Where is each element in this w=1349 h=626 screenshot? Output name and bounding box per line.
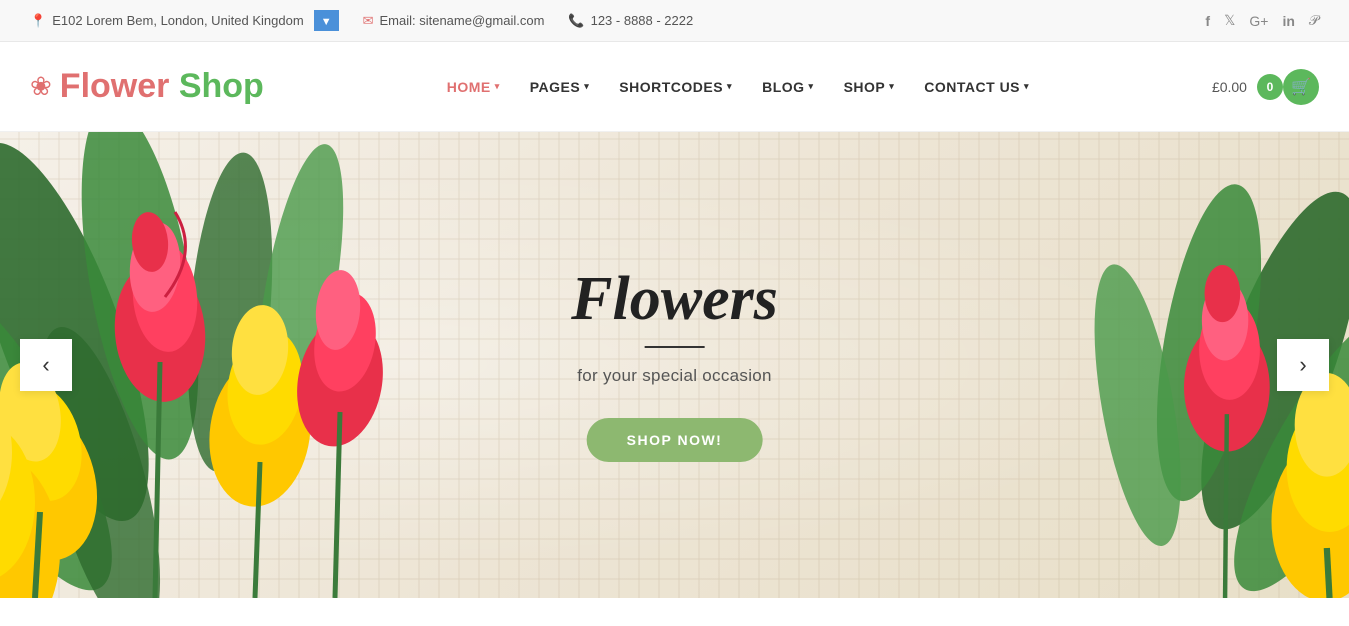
linkedin-icon[interactable]: in (1282, 13, 1294, 29)
facebook-icon[interactable]: f (1205, 13, 1210, 29)
nav-pages-arrow: ▾ (584, 81, 589, 92)
pinterest-icon[interactable]: 𝒫 (1309, 12, 1319, 29)
cart-price: £0.00 (1212, 79, 1247, 95)
hero-title: Flowers (571, 268, 778, 330)
shop-now-button[interactable]: SHOP NOW! (587, 418, 763, 462)
phone-icon: 📞 (568, 13, 584, 29)
address-text: E102 Lorem Bem, London, United Kingdom (52, 13, 304, 28)
hero-content: Flowers for your special occasion SHOP N… (571, 268, 778, 462)
hero-subtitle: for your special occasion (571, 366, 778, 386)
hero-next-icon: › (1299, 352, 1306, 378)
location-icon: 📍 (30, 13, 46, 29)
nav-shortcodes[interactable]: SHORTCODES ▾ (619, 79, 732, 95)
cart-icon: 🛒 (1291, 77, 1311, 97)
nav-contact-arrow: ▾ (1024, 81, 1029, 92)
logo-text: Flower Shop (60, 67, 264, 106)
cart-area: £0.00 0 🛒 (1212, 69, 1319, 105)
email-info: ✉ Email: sitename@gmail.com (363, 13, 545, 29)
nav-contact[interactable]: CONTACT US ▾ (924, 79, 1029, 95)
social-links: f 𝕏 G+ in 𝒫 (1205, 12, 1319, 29)
hero-next-button[interactable]: › (1277, 339, 1329, 391)
nav-home-arrow: ▾ (495, 81, 500, 92)
email-icon: ✉ (363, 13, 374, 29)
hero-divider (645, 346, 705, 348)
logo[interactable]: ❀ Flower Shop (30, 67, 264, 106)
top-bar: 📍 E102 Lorem Bem, London, United Kingdom… (0, 0, 1349, 42)
phone-info: 📞 123 - 8888 - 2222 (568, 13, 693, 29)
header: ❀ Flower Shop HOME ▾ PAGES ▾ SHORTCODES … (0, 42, 1349, 132)
nav-blog[interactable]: BLOG ▾ (762, 79, 813, 95)
logo-flower-icon: ❀ (30, 71, 52, 102)
nav-shop[interactable]: SHOP ▾ (844, 79, 895, 95)
nav-home[interactable]: HOME ▾ (447, 79, 500, 95)
lang-dropdown[interactable]: ▼ (314, 10, 339, 31)
twitter-icon[interactable]: 𝕏 (1224, 12, 1235, 29)
googleplus-icon[interactable]: G+ (1249, 13, 1268, 29)
nav-pages[interactable]: PAGES ▾ (530, 79, 590, 95)
nav-blog-arrow: ▾ (809, 81, 814, 92)
main-nav: HOME ▾ PAGES ▾ SHORTCODES ▾ BLOG ▾ SHOP … (447, 79, 1029, 95)
nav-shop-arrow: ▾ (889, 81, 894, 92)
hero-section: Flowers for your special occasion SHOP N… (0, 132, 1349, 598)
hero-prev-icon: ‹ (42, 352, 49, 378)
cart-count: 0 (1267, 80, 1274, 94)
hero-prev-button[interactable]: ‹ (20, 339, 72, 391)
phone-text: 123 - 8888 - 2222 (591, 13, 694, 28)
cart-button[interactable]: 0 🛒 (1257, 69, 1319, 105)
nav-shortcodes-arrow: ▾ (727, 81, 732, 92)
top-bar-left: 📍 E102 Lorem Bem, London, United Kingdom… (30, 10, 693, 31)
email-text: Email: sitename@gmail.com (379, 13, 544, 28)
